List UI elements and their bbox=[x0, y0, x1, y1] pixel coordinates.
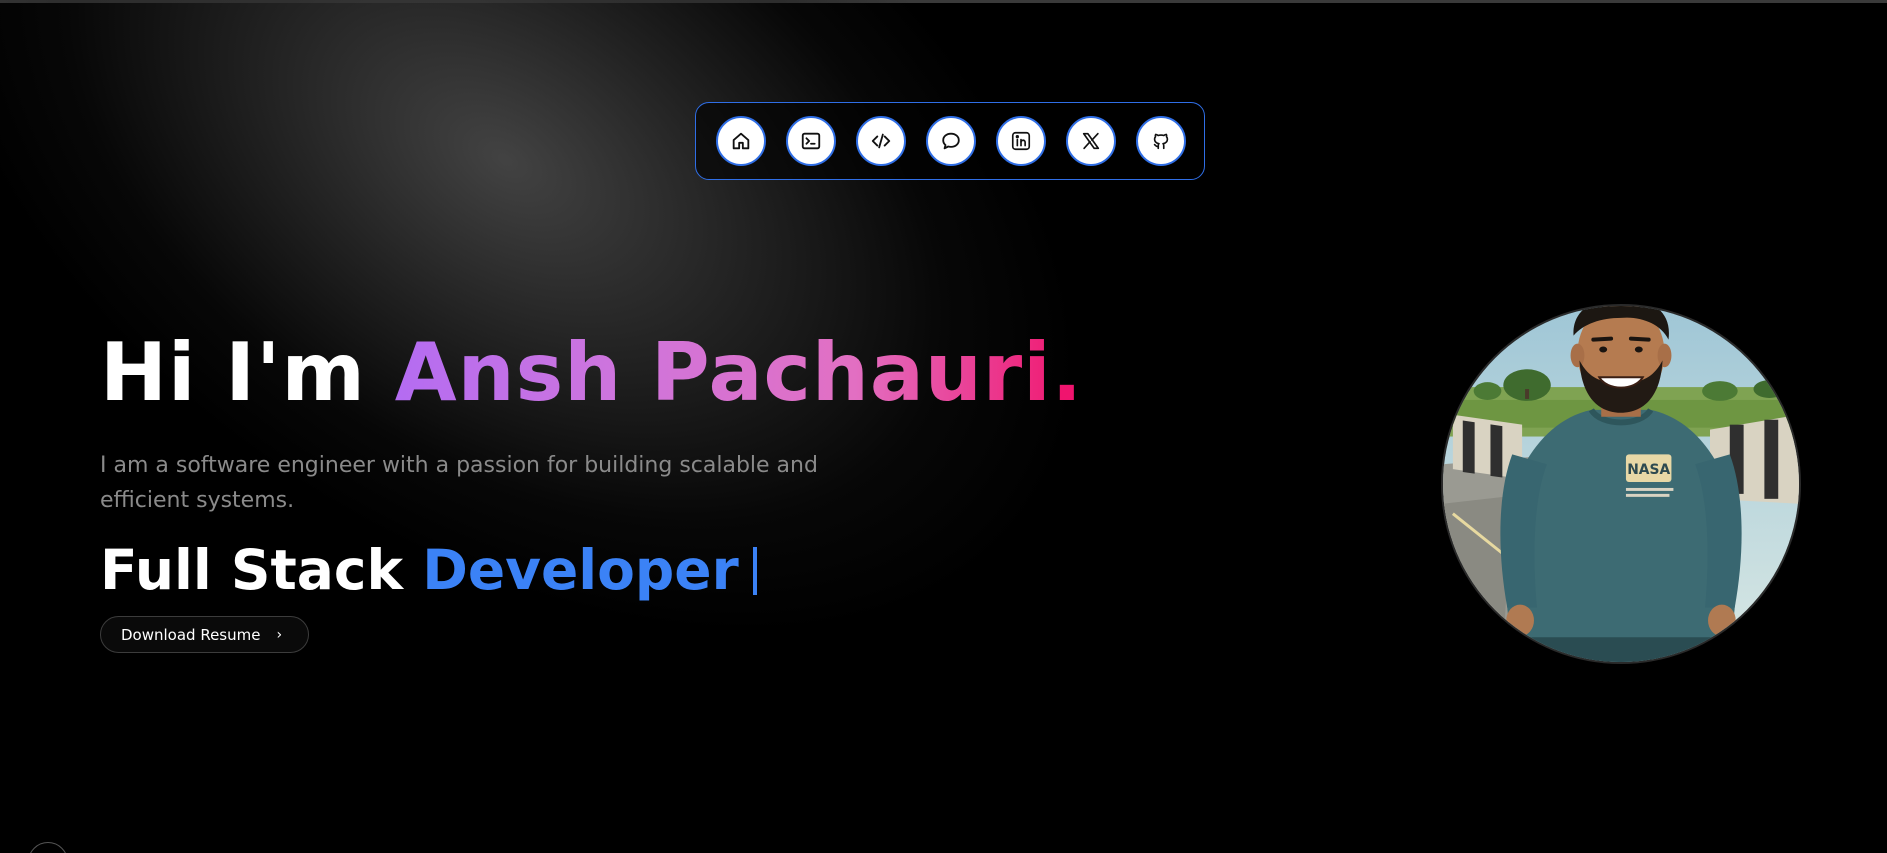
nav-linkedin-button[interactable] bbox=[996, 116, 1046, 166]
nav-code-button[interactable] bbox=[856, 116, 906, 166]
hero-name: Ansh Pachauri bbox=[394, 326, 1052, 419]
nav-terminal-button[interactable] bbox=[786, 116, 836, 166]
corner-circle bbox=[28, 842, 68, 853]
hero-name-dot: . bbox=[1051, 326, 1084, 419]
nav-dock bbox=[695, 102, 1205, 180]
role-typewriter: Full Stack Developer bbox=[100, 535, 757, 605]
portfolio-page: Hi I'm Ansh Pachauri. I am a software en… bbox=[0, 0, 1887, 853]
hero-title: Hi I'm Ansh Pachauri. bbox=[100, 323, 1083, 423]
typing-caret bbox=[752, 547, 757, 595]
nav-home-button[interactable] bbox=[716, 116, 766, 166]
chat-bubble-icon bbox=[942, 132, 960, 150]
download-resume-button[interactable]: Download Resume › bbox=[100, 616, 310, 653]
nav-x-button[interactable] bbox=[1066, 116, 1116, 166]
nav-github-button[interactable] bbox=[1136, 116, 1186, 166]
hero-subtitle: I am a software engineer with a passion … bbox=[100, 453, 818, 513]
nav-chat-button[interactable] bbox=[926, 116, 976, 166]
hero-greeting: Hi I'm bbox=[100, 326, 395, 419]
avatar: NASA bbox=[1441, 304, 1801, 664]
code-icon bbox=[871, 133, 891, 149]
role-prefix: Full Stack bbox=[100, 538, 423, 602]
x-logo-icon bbox=[1082, 132, 1100, 150]
github-icon bbox=[1153, 133, 1169, 150]
chevron-right-icon: › bbox=[276, 626, 283, 643]
avatar-illustration: NASA bbox=[1443, 306, 1799, 662]
terminal-icon bbox=[801, 132, 821, 150]
linkedin-icon bbox=[1011, 131, 1031, 151]
avatar-shirt-text: NASA bbox=[1627, 462, 1670, 478]
home-icon bbox=[732, 132, 750, 150]
top-border bbox=[0, 0, 1887, 3]
download-resume-label: Download Resume bbox=[121, 625, 261, 644]
role-highlight: Developer bbox=[422, 538, 739, 602]
